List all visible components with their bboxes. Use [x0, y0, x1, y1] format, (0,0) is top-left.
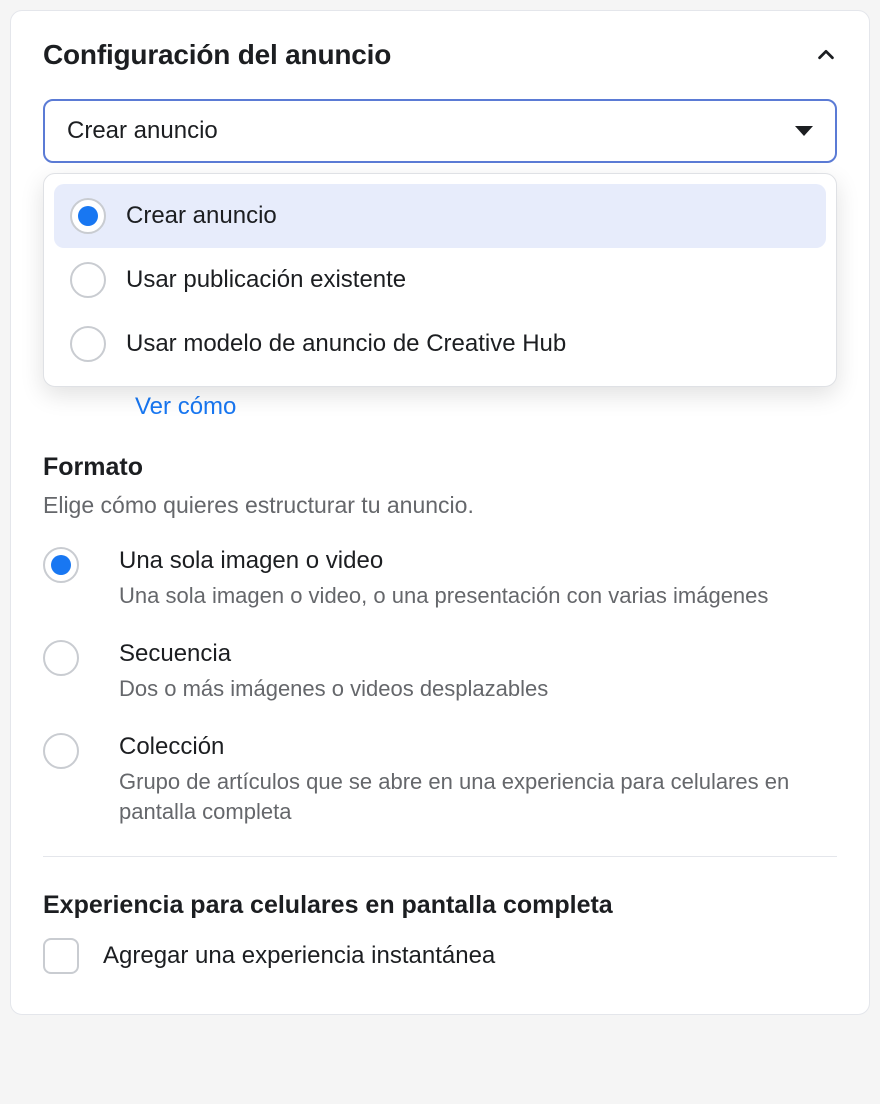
see-how-link[interactable]: Ver cómo	[135, 393, 236, 420]
radio-icon	[70, 326, 106, 362]
checkbox-icon	[43, 938, 79, 974]
format-section-desc: Elige cómo quieres estructurar tu anunci…	[43, 492, 837, 519]
format-text: Una sola imagen o video Una sola imagen …	[119, 547, 837, 612]
radio-icon	[70, 262, 106, 298]
format-sub: Una sola imagen o video, o una presentac…	[119, 581, 837, 612]
radio-icon	[70, 198, 106, 234]
format-section-title: Formato	[43, 453, 837, 482]
format-label: Colección	[119, 733, 837, 761]
format-option-collection[interactable]: Colección Grupo de artículos que se abre…	[43, 733, 837, 829]
dropdown-option-create-ad[interactable]: Crear anuncio	[54, 184, 826, 248]
radio-icon	[43, 733, 79, 769]
radio-icon	[43, 640, 79, 676]
divider	[43, 856, 837, 857]
link-container: Ver cómo	[135, 393, 837, 421]
format-text: Secuencia Dos o más imágenes o videos de…	[119, 640, 837, 705]
format-option-single[interactable]: Una sola imagen o video Una sola imagen …	[43, 547, 837, 612]
caret-down-icon	[795, 126, 813, 136]
dropdown-option-label: Usar publicación existente	[126, 266, 406, 294]
select-current-value: Crear anuncio	[67, 117, 218, 145]
checkbox-label: Agregar una experiencia instantánea	[103, 942, 495, 970]
format-option-carousel[interactable]: Secuencia Dos o más imágenes o videos de…	[43, 640, 837, 705]
dropdown-option-creative-hub[interactable]: Usar modelo de anuncio de Creative Hub	[54, 312, 826, 376]
chevron-up-icon[interactable]	[815, 44, 837, 66]
experience-section-title: Experiencia para celulares en pantalla c…	[43, 891, 837, 920]
dropdown-option-label: Usar modelo de anuncio de Creative Hub	[126, 330, 566, 358]
format-label: Una sola imagen o video	[119, 547, 837, 575]
radio-icon	[43, 547, 79, 583]
format-sub: Dos o más imágenes o videos desplazables	[119, 674, 837, 705]
dropdown-option-existing-post[interactable]: Usar publicación existente	[54, 248, 826, 312]
card-title: Configuración del anuncio	[43, 39, 391, 71]
format-label: Secuencia	[119, 640, 837, 668]
format-text: Colección Grupo de artículos que se abre…	[119, 733, 837, 829]
format-sub: Grupo de artículos que se abre en una ex…	[119, 767, 837, 829]
ad-source-select[interactable]: Crear anuncio	[43, 99, 837, 163]
ad-config-card: Configuración del anuncio Crear anuncio …	[10, 10, 870, 1015]
ad-source-dropdown: Crear anuncio Usar publicación existente…	[43, 173, 837, 387]
card-header: Configuración del anuncio	[43, 39, 837, 71]
instant-experience-checkbox-row[interactable]: Agregar una experiencia instantánea	[43, 938, 837, 974]
dropdown-option-label: Crear anuncio	[126, 202, 277, 230]
